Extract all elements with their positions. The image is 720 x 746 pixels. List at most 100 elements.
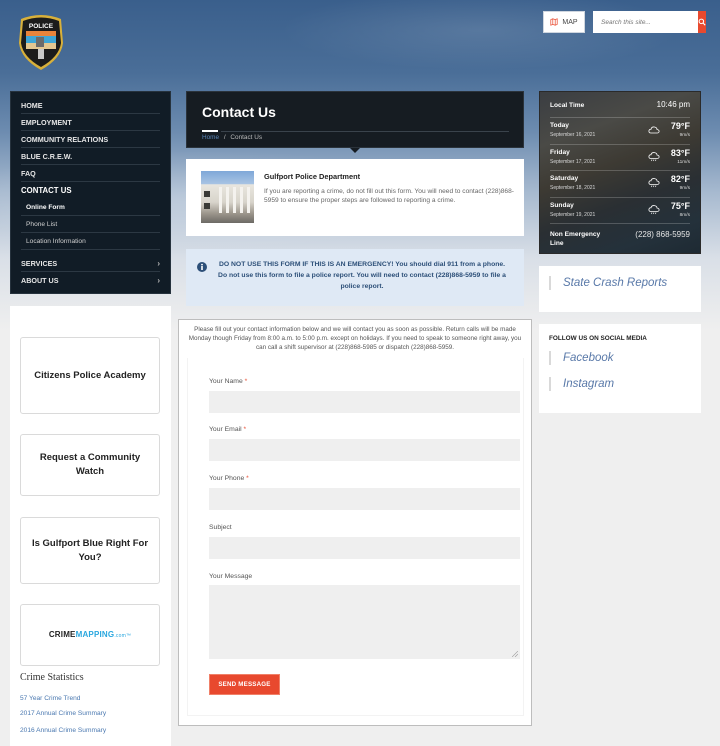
info-icon	[197, 262, 207, 272]
gulfport-blue-card[interactable]: Is Gulfport Blue Right For You?	[20, 517, 160, 584]
forecast-temp: 79°F	[670, 121, 690, 131]
forecast-wind: 11m/s	[677, 159, 690, 165]
state-crash-reports-link[interactable]: State Crash Reports	[549, 276, 667, 290]
breadcrumb-current: Contact Us	[230, 134, 263, 141]
nav-label: ABOUT US	[21, 276, 59, 285]
police-badge-logo[interactable]: POLICE	[17, 13, 65, 71]
subject-label: Subject	[209, 524, 232, 531]
non-emergency-row: Non Emergency Line (228) 868-5959	[550, 224, 690, 253]
form-intro: Please fill out your contact information…	[188, 326, 522, 352]
forecast-temp: 82°F	[670, 174, 690, 184]
nav-sub-label: Location Information	[26, 237, 86, 245]
nav-item-blue-crew[interactable]: BLUE C.R.E.W.	[21, 148, 160, 165]
name-field[interactable]	[209, 391, 520, 413]
promo-label: Is Gulfport Blue Right For You?	[31, 537, 149, 563]
forecast-temp: 75°F	[670, 200, 690, 211]
crime-trend-link[interactable]: 57 Year Crime Trend	[20, 695, 80, 702]
nav-item-employment[interactable]: EMPLOYMENT	[21, 114, 160, 131]
forecast-temp: 83°F	[670, 147, 690, 158]
forecast-row: Saturday September 18, 2021 82°F 9m/s	[550, 171, 690, 198]
forecast-day: Sunday	[550, 201, 574, 209]
crimemapping-logo: CRIMEMAPPING.com™	[48, 630, 132, 640]
forecast-row: Sunday September 19, 2021 75°F 8m/s	[550, 198, 690, 224]
forecast-date: September 18, 2021	[550, 185, 596, 191]
form-fields: Your Name * Your Email * Your Phone * Su…	[187, 358, 524, 716]
nav-label: BLUE C.R.E.W.	[21, 151, 73, 161]
search-button[interactable]	[698, 11, 706, 33]
forecast-day: Friday	[550, 148, 570, 156]
map-button[interactable]: MAP	[543, 11, 585, 33]
email-label: Your Email *	[209, 426, 247, 433]
title-pointer	[350, 148, 360, 153]
nav-label: FAQ	[21, 168, 36, 178]
nav-item-community-relations[interactable]: COMMUNITY RELATIONS	[21, 131, 160, 148]
weather-widget: Local Time 10:46 pm Today September 16, …	[539, 91, 701, 254]
message-field[interactable]	[209, 585, 520, 659]
subject-field[interactable]	[209, 537, 520, 559]
name-label: Your Name *	[209, 378, 248, 385]
non-emergency-label: Non Emergency Line	[550, 231, 601, 247]
nav-item-about-us[interactable]: ABOUT US ›	[21, 272, 160, 289]
rain-cloud-icon	[648, 204, 660, 214]
crash-reports-widget: State Crash Reports	[539, 266, 701, 312]
nav-item-faq[interactable]: FAQ	[21, 165, 160, 182]
forecast-wind: 9m/s	[679, 186, 690, 191]
nav-item-contact-us[interactable]: CONTACT US	[21, 182, 160, 199]
nav-label: HOME	[21, 100, 43, 110]
nav-sub-phone-list[interactable]: Phone List	[21, 216, 160, 233]
promo-label: Citizens Police Academy	[34, 369, 146, 381]
local-time-label: Local Time	[550, 102, 585, 109]
non-emergency-number[interactable]: (228) 868-5959	[635, 230, 690, 239]
resize-handle-icon[interactable]	[512, 651, 518, 657]
nav-label: SERVICES	[21, 258, 58, 268]
forecast-row: Today September 16, 2021 79°F 9m/s	[550, 118, 690, 145]
rain-cloud-icon	[648, 151, 660, 161]
crime-summary-2016-link[interactable]: 2016 Annual Crime Summary	[20, 727, 106, 734]
nav-label: EMPLOYMENT	[21, 117, 72, 127]
emergency-alert: DO NOT USE THIS FORM IF THIS IS AN EMERG…	[186, 249, 524, 306]
breadcrumb-home-link[interactable]: Home	[202, 134, 219, 141]
crime-summary-2017-link[interactable]: 2017 Annual Crime Summary	[20, 710, 106, 717]
left-sidebar: Citizens Police Academy Request a Commun…	[10, 306, 171, 746]
promo-label: Request a Community Watch	[39, 452, 141, 477]
facebook-link[interactable]: Facebook	[549, 351, 614, 365]
search-icon	[698, 18, 706, 26]
chevron-right-icon: ›	[157, 276, 160, 285]
main-navigation: HOME EMPLOYMENT COMMUNITY RELATIONS BLUE…	[10, 91, 171, 294]
search-input[interactable]	[593, 11, 698, 33]
forecast-wind: 8m/s	[679, 212, 690, 218]
nav-sub-label: Phone List	[26, 220, 58, 228]
map-label: MAP	[562, 18, 578, 26]
alert-text: DO NOT USE THIS FORM IF THIS IS AN EMERG…	[218, 261, 506, 290]
breadcrumb-separator: /	[223, 134, 226, 141]
request-community-watch-card[interactable]: Request a Community Watch	[20, 434, 160, 496]
crime-statistics-heading: Crime Statistics	[20, 672, 84, 683]
local-time-row: Local Time 10:46 pm	[550, 92, 690, 118]
nav-item-services[interactable]: SERVICES ›	[21, 255, 160, 272]
cloud-icon	[648, 126, 660, 134]
forecast-wind: 9m/s	[679, 133, 690, 138]
nav-item-home[interactable]: HOME	[21, 97, 160, 114]
map-icon	[550, 18, 558, 26]
department-notice: If you are reporting a crime, do not fil…	[264, 188, 514, 204]
email-field[interactable]	[209, 439, 520, 461]
title-underline	[202, 130, 218, 132]
phone-field[interactable]	[209, 488, 520, 510]
page-header: Contact Us Home / Contact Us	[186, 91, 524, 148]
contact-form: Please fill out your contact information…	[178, 319, 532, 726]
instagram-link[interactable]: Instagram	[549, 377, 614, 391]
forecast-date: September 16, 2021	[550, 132, 596, 138]
nav-sub-online-form[interactable]: Online Form	[21, 199, 160, 216]
send-message-button[interactable]: SEND MESSAGE	[209, 674, 280, 695]
department-name: Gulfport Police Department	[264, 172, 361, 181]
forecast-date: September 19, 2021	[550, 211, 596, 218]
nav-label: COMMUNITY RELATIONS	[21, 134, 109, 144]
department-card: Gulfport Police Department If you are re…	[186, 159, 524, 236]
crimemapping-card[interactable]: CRIMEMAPPING.com™	[20, 604, 160, 666]
message-label: Your Message	[209, 573, 253, 580]
search-bar	[593, 11, 706, 33]
citizens-police-academy-card[interactable]: Citizens Police Academy	[20, 337, 160, 414]
social-heading: FOLLOW US ON SOCIAL MEDIA	[549, 335, 647, 342]
title-divider	[221, 130, 509, 132]
nav-sub-location-information[interactable]: Location Information	[21, 233, 160, 250]
